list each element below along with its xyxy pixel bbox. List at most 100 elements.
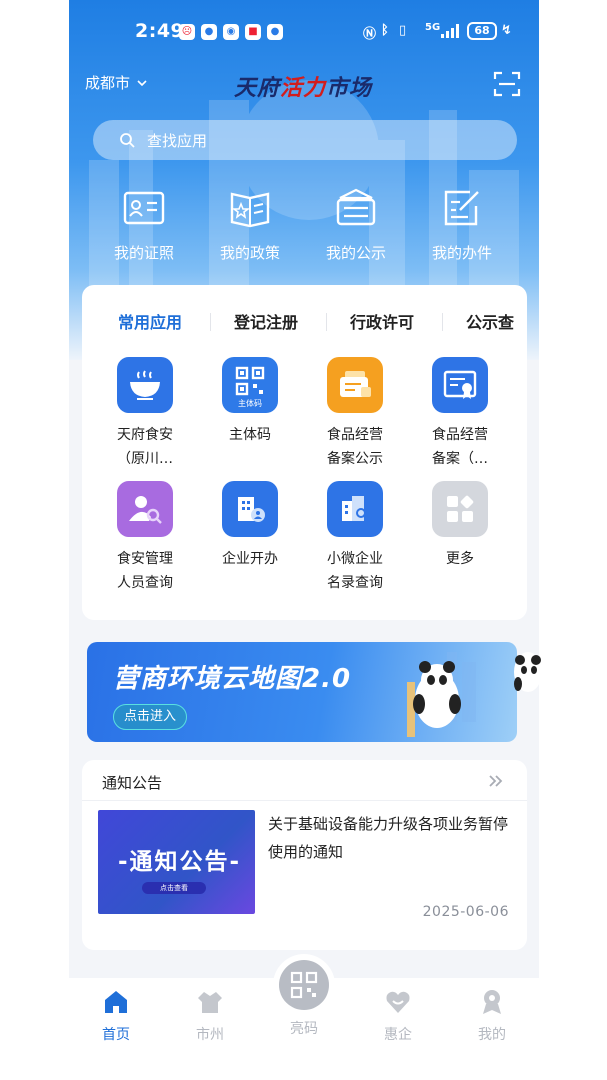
vibrate-icon: ▯	[399, 23, 407, 38]
app-label: 企业开办	[222, 551, 278, 567]
tab-public-query[interactable]: 公示查	[466, 309, 514, 333]
city-cloth-icon	[198, 992, 222, 1013]
notice-date: 2025-06-06	[422, 904, 509, 920]
app-food-filing[interactable]: 食品经营 备案（…	[410, 357, 510, 471]
nav-profile[interactable]: 我的	[457, 988, 527, 1044]
quick-label: 我的证照	[113, 244, 174, 262]
qr-code-icon: 主体码	[222, 357, 278, 413]
home-icon	[105, 991, 127, 1013]
policy-book-icon	[230, 192, 270, 228]
message-notification-icon: ●	[267, 24, 283, 40]
tab-divider	[326, 313, 327, 331]
notice-thumbnail[interactable]: -通知公告- 点击查看	[98, 810, 255, 914]
status-time: 2:49	[135, 20, 185, 42]
app-tianfu-food-safety[interactable]: 天府食安 （原川…	[95, 357, 195, 471]
app-small-enterprise-query[interactable]: 小微企业 名录查询	[305, 481, 405, 595]
app-label-line2: 备案（…	[432, 451, 488, 467]
quick-my-cases[interactable]: 我的办件	[416, 186, 508, 263]
search-placeholder: 查找应用	[147, 131, 208, 150]
nav-label: 首页	[102, 1027, 130, 1043]
app-label: 更多	[446, 551, 474, 567]
notice-board-icon	[336, 188, 376, 226]
notice-card: 通知公告 -通知公告- 点击查看 关于基础设备能力升级各项业务暂停使用的通知 2…	[82, 760, 527, 950]
banner-enter-button[interactable]: 点击进入	[113, 704, 188, 730]
nav-home[interactable]: 首页	[81, 988, 151, 1044]
status-bar: 2:49 ☹ ● ◉ ■ ● Ⓝ ᛒ ▯ 5G 68 ↯	[69, 14, 539, 50]
quick-my-notices[interactable]: 我的公示	[310, 186, 402, 263]
bluetooth-icon: ᛒ	[381, 23, 389, 38]
divider	[82, 800, 527, 801]
person-search-icon	[117, 481, 173, 537]
promo-banner[interactable]: 营商环境云地图2.0 点击进入	[87, 642, 517, 742]
nav-label: 市州	[196, 1027, 224, 1043]
apps-card: 常用应用 登记注册 行政许可 公示查 天府食安 （原川… 主体码 主体码 食品经…	[82, 285, 527, 620]
tab-admin-license[interactable]: 行政许可	[350, 309, 414, 333]
app-notification-icon: ◉	[223, 24, 239, 40]
more-grid-icon	[432, 481, 488, 537]
thumbnail-button: 点击查看	[142, 882, 206, 894]
app-label-line2: （原川…	[117, 451, 173, 467]
food-filing-notice-icon	[327, 357, 383, 413]
quick-label: 我的公示	[325, 244, 386, 262]
app-label-line2: 名录查询	[327, 575, 383, 591]
heart-icon	[386, 991, 410, 1013]
double-chevron-right-icon[interactable]	[487, 772, 505, 790]
app-screen: 2:49 ☹ ● ◉ ■ ● Ⓝ ᛒ ▯ 5G 68 ↯ 成都市 天府活力市场	[69, 0, 539, 1080]
charging-icon: ↯	[501, 23, 512, 38]
battery-indicator: 68	[467, 22, 497, 40]
search-bar[interactable]: 查找应用	[93, 120, 517, 160]
panda-mascot-icon	[407, 652, 476, 737]
network-type: 5G	[425, 22, 441, 33]
nav-benefits[interactable]: 惠企	[363, 988, 433, 1044]
chevron-down-icon	[137, 79, 147, 86]
thumbnail-title: -通知公告-	[118, 849, 242, 875]
app-enterprise-setup[interactable]: 企业开办	[200, 481, 300, 571]
floating-panda-icon[interactable]	[508, 640, 542, 700]
tab-common-apps[interactable]: 常用应用	[118, 309, 182, 333]
nav-label: 惠企	[384, 1027, 412, 1043]
app-more[interactable]: 更多	[410, 481, 510, 571]
search-icon	[120, 133, 135, 148]
app-label: 食品经营	[327, 427, 383, 443]
notice-heading: 通知公告	[102, 774, 163, 792]
document-edit-icon	[444, 190, 479, 226]
message-notification-icon: ●	[201, 24, 217, 40]
quick-label: 我的办件	[431, 244, 492, 262]
quick-my-policies[interactable]: 我的政策	[204, 186, 296, 263]
app-category-tabs: 常用应用 登记注册 行政许可 公示查	[82, 309, 527, 335]
nav-label: 我的	[478, 1027, 506, 1043]
quick-my-licenses[interactable]: 我的证照	[98, 186, 190, 263]
tab-divider	[210, 313, 211, 331]
show-code-button[interactable]	[273, 954, 335, 1016]
profile-icon	[483, 990, 501, 1014]
nav-cities[interactable]: 市州	[175, 988, 245, 1044]
app-food-safety-staff-query[interactable]: 食安管理 人员查询	[95, 481, 195, 595]
notice-title[interactable]: 关于基础设备能力升级各项业务暂停使用的通知	[268, 810, 513, 866]
app-label-line2: 人员查询	[117, 575, 173, 591]
nfc-icon: Ⓝ	[363, 27, 377, 42]
scan-icon[interactable]	[493, 70, 521, 98]
city-selector[interactable]: 成都市	[85, 72, 148, 93]
city-label: 成都市	[85, 74, 131, 92]
app-label: 食安管理	[117, 551, 173, 567]
app-label: 天府食安	[117, 427, 173, 443]
mail-notification-icon: ■	[245, 24, 261, 40]
tab-divider	[442, 313, 443, 331]
app-label: 食品经营	[432, 427, 488, 443]
app-label: 主体码	[229, 427, 271, 443]
qr-badge-text: 主体码	[238, 399, 262, 408]
app-food-filing-notice[interactable]: 食品经营 备案公示	[305, 357, 405, 471]
banner-title: 营商环境云地图2.0	[113, 664, 352, 694]
certificate-icon	[432, 357, 488, 413]
tab-registration[interactable]: 登记注册	[234, 309, 298, 333]
id-card-icon	[123, 191, 165, 225]
app-entity-code[interactable]: 主体码 主体码	[200, 357, 300, 447]
quick-label: 我的政策	[219, 244, 280, 262]
brand-logo: 天府活力市场	[234, 75, 373, 101]
food-bowl-icon	[117, 357, 173, 413]
signal-icon	[441, 24, 459, 38]
building-person-icon	[222, 481, 278, 537]
building-search-icon	[327, 481, 383, 537]
app-notification-icon: ☹	[179, 24, 195, 40]
nav-label: 亮码	[290, 1021, 318, 1037]
